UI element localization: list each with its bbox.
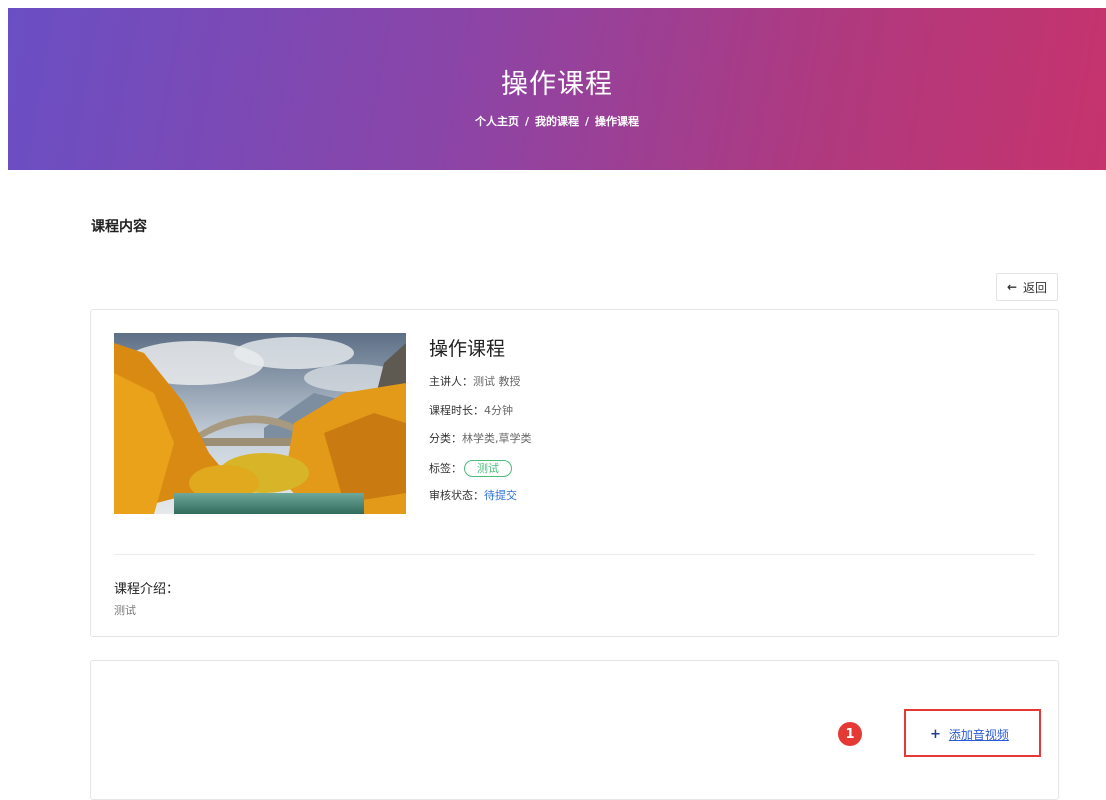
- page-title: 操作课程: [501, 69, 613, 100]
- breadcrumb-home[interactable]: 个人主页: [475, 115, 519, 128]
- review-status-label: 审核状态：: [429, 489, 484, 502]
- review-status-value[interactable]: 待提交: [484, 489, 517, 502]
- intro-label: 课程介绍：: [114, 582, 180, 597]
- section-title: 课程内容: [91, 219, 147, 235]
- course-name: 操作课程: [429, 338, 506, 360]
- breadcrumb-separator: /: [524, 115, 529, 128]
- plus-icon: +: [930, 727, 941, 742]
- breadcrumb-my-courses[interactable]: 我的课程: [535, 115, 579, 128]
- back-button-label: 返回: [1023, 280, 1048, 295]
- add-media-button[interactable]: + 添加音视频: [930, 726, 1009, 743]
- step-number-badge: 1: [838, 722, 862, 746]
- page-header-banner: 操作课程 个人主页 / 我的课程 / 操作课程: [8, 8, 1106, 170]
- category-label: 分类：: [429, 432, 462, 445]
- breadcrumb: 个人主页 / 我的课程 / 操作课程: [8, 114, 1106, 130]
- arrow-left-icon: ←: [1006, 280, 1018, 294]
- breadcrumb-current: 操作课程: [595, 115, 640, 128]
- tag-badge: 测试: [464, 460, 512, 477]
- divider: [114, 554, 1035, 555]
- intro-text: 测试: [114, 604, 136, 617]
- tags-row: 标签： 测试: [429, 460, 512, 477]
- lecturer-row: 主讲人：测试 教授: [429, 374, 521, 390]
- duration-label: 课程时长：: [429, 404, 484, 417]
- duration-row: 课程时长：4分钟: [429, 403, 513, 419]
- category-value: 林学类,草学类: [462, 432, 532, 445]
- add-media-label: 添加音视频: [948, 728, 1009, 742]
- review-status-row: 审核状态：待提交: [429, 488, 517, 504]
- duration-value: 4分钟: [484, 404, 513, 417]
- breadcrumb-separator: /: [585, 115, 590, 128]
- course-info-card: 操作课程 主讲人：测试 教授 课程时长：4分钟 分类：林学类,草学类 标签： 测试…: [90, 309, 1059, 637]
- lecturer-value: 测试 教授: [473, 375, 521, 388]
- lecturer-label: 主讲人：: [429, 375, 473, 388]
- tags-label: 标签：: [429, 462, 462, 475]
- back-button[interactable]: ← 返回: [996, 273, 1058, 301]
- category-row: 分类：林学类,草学类: [429, 431, 532, 447]
- course-thumbnail: [114, 333, 406, 514]
